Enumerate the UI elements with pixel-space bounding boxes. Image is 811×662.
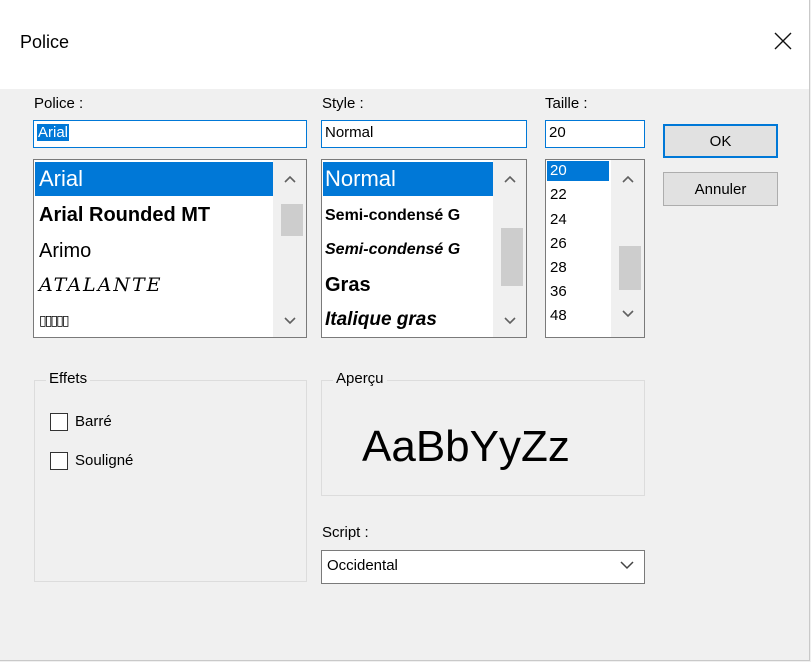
style-input-value: Normal	[325, 124, 374, 141]
size-list-item[interactable]: 24	[547, 210, 609, 230]
chevron-up-icon	[503, 175, 516, 183]
style-list-scrollbar[interactable]	[493, 160, 526, 337]
strikeout-checkbox[interactable]	[50, 413, 68, 431]
size-input[interactable]: 20	[545, 120, 645, 148]
scroll-thumb[interactable]	[281, 204, 303, 236]
style-list-item[interactable]: Normal	[323, 162, 493, 196]
scroll-up-button[interactable]	[273, 168, 306, 190]
scroll-down-button[interactable]	[611, 303, 644, 325]
size-list-item[interactable]: 20	[547, 161, 609, 181]
font-input-value: Arial	[37, 124, 70, 141]
size-list-item[interactable]: 22	[547, 185, 609, 205]
chevron-down-icon	[621, 310, 634, 318]
font-list-scrollbar[interactable]	[273, 160, 306, 337]
size-input-value: 20	[549, 124, 566, 141]
effects-group	[34, 380, 307, 582]
scroll-thumb[interactable]	[501, 228, 523, 286]
chevron-down-icon	[283, 317, 296, 325]
chevron-up-icon	[283, 175, 296, 183]
script-dropdown[interactable]: Occidental	[321, 550, 645, 584]
font-list[interactable]: Arial Arial Rounded MT Arimo ATALANTE ▯▯…	[33, 159, 307, 338]
size-label: Taille :	[545, 95, 588, 112]
font-list-item[interactable]: Arial Rounded MT	[35, 198, 273, 232]
font-list-item[interactable]: ▯▯▯▯▯	[35, 304, 273, 336]
style-list-item[interactable]: Semi-condensé G	[323, 234, 493, 266]
size-list-scrollbar[interactable]	[611, 160, 644, 337]
size-list-item[interactable]: 28	[547, 258, 609, 278]
underline-checkbox[interactable]	[50, 452, 68, 470]
script-label: Script :	[322, 524, 369, 541]
close-icon	[774, 32, 792, 50]
font-input[interactable]: Arial	[33, 120, 307, 148]
style-input[interactable]: Normal	[321, 120, 527, 148]
chevron-down-icon	[503, 317, 516, 325]
title-bar: Police	[0, 0, 809, 89]
size-list[interactable]: 20 22 24 26 28 36 48	[545, 159, 645, 338]
strikeout-label: Barré	[75, 413, 112, 430]
scroll-thumb[interactable]	[619, 246, 641, 290]
effects-group-title: Effets	[46, 370, 91, 387]
scroll-up-button[interactable]	[493, 168, 526, 190]
style-label: Style :	[322, 95, 364, 112]
scroll-down-button[interactable]	[273, 310, 306, 332]
font-list-item[interactable]: Arimo	[35, 234, 273, 268]
style-list-item[interactable]: Gras	[323, 268, 493, 302]
style-list-item[interactable]: Italique gras	[323, 304, 493, 336]
size-list-item[interactable]: 48	[547, 306, 609, 326]
size-list-item[interactable]: 36	[547, 282, 609, 302]
size-list-item[interactable]: 26	[547, 234, 609, 254]
script-value: Occidental	[327, 557, 398, 574]
font-list-item[interactable]: ATALANTE	[35, 268, 273, 302]
chevron-down-icon	[620, 561, 634, 570]
underline-label: Souligné	[75, 452, 134, 469]
font-list-item[interactable]: Arial	[35, 162, 273, 196]
scroll-up-button[interactable]	[611, 168, 644, 190]
ok-button[interactable]: OK	[663, 124, 778, 158]
style-list-item[interactable]: Semi-condensé G	[323, 200, 493, 232]
font-label: Police :	[34, 95, 84, 112]
scroll-down-button[interactable]	[493, 310, 526, 332]
preview-group-title: Aperçu	[333, 370, 387, 387]
close-button[interactable]	[760, 18, 808, 66]
window-title: Police	[20, 32, 70, 52]
cancel-button[interactable]: Annuler	[663, 172, 778, 206]
font-dialog: Police Police : Arial Arial Arial Rounde…	[0, 0, 810, 661]
preview-sample: AaBbYyZz	[362, 422, 570, 471]
chevron-up-icon	[621, 175, 634, 183]
style-list[interactable]: Normal Semi-condensé G Semi-condensé G G…	[321, 159, 527, 338]
